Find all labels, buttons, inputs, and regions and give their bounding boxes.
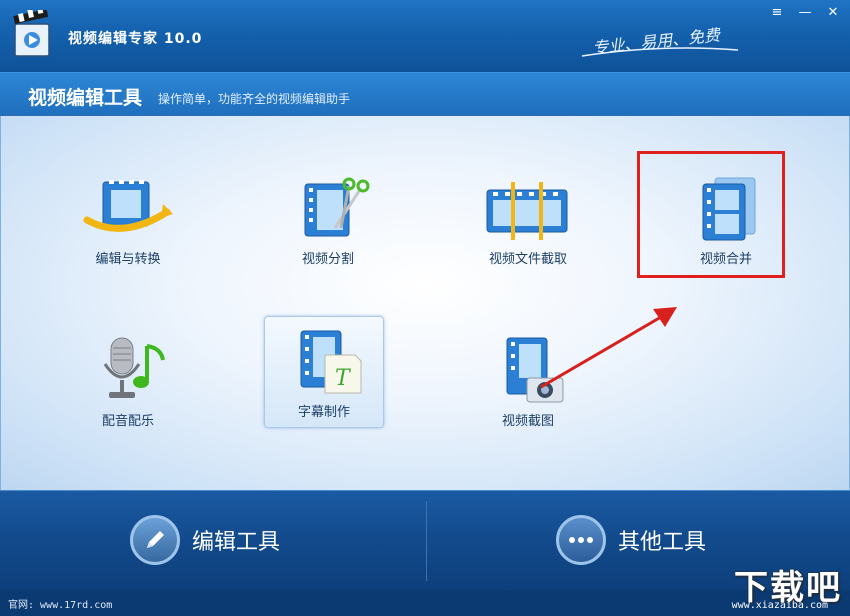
close-button[interactable]: ✕	[822, 2, 844, 22]
more-dots-icon	[556, 515, 606, 565]
tool-label: 配音配乐	[101, 414, 154, 429]
tool-label: 视频分割	[301, 252, 354, 267]
tool-label: 视频截图	[501, 414, 554, 429]
tab-label: 编辑工具	[192, 530, 281, 555]
menu-button[interactable]: ≡	[766, 2, 788, 22]
tab-label: 其他工具	[618, 530, 707, 555]
highlight-box	[637, 151, 785, 278]
tab-edit-tools[interactable]: 编辑工具	[130, 515, 280, 565]
film-clip-icon	[486, 182, 568, 240]
tool-subtitle[interactable]: T 字幕制作	[264, 316, 384, 428]
pencil-icon	[130, 515, 180, 565]
tool-label: 字幕制作	[297, 405, 350, 420]
annotation-arrow-icon	[540, 307, 677, 389]
status-bar: 官网: www.17rd.com	[0, 590, 850, 616]
section-header: 视频编辑工具 操作简单，功能齐全的视频编辑助手	[0, 72, 850, 116]
tab-other-tools[interactable]: 其他工具	[556, 515, 706, 565]
film-subtitle-icon: T	[300, 330, 362, 394]
tool-edit-convert[interactable]: 编辑与转换	[68, 168, 188, 280]
swoosh-decoration-icon	[581, 47, 739, 57]
clapperboard-logo-icon	[13, 10, 50, 57]
footer-tabs: 编辑工具 其他工具	[0, 490, 850, 590]
section-title: 视频编辑工具	[28, 87, 143, 109]
section-description: 操作简单，功能齐全的视频编辑助手	[158, 92, 351, 106]
minimize-button[interactable]: —	[794, 2, 816, 22]
tool-dubbing[interactable]: 配音配乐	[68, 326, 188, 438]
tool-label: 编辑与转换	[95, 252, 161, 267]
microphone-music-icon	[103, 337, 165, 398]
tool-split[interactable]: 视频分割	[268, 168, 388, 280]
watermark-url: www.xiazaiba.com	[731, 600, 828, 611]
app-title: 视频编辑专家 10.0	[68, 31, 203, 47]
svg-text:T: T	[335, 366, 352, 391]
window-controls: ≡ — ✕	[766, 2, 844, 22]
divider	[426, 501, 427, 581]
film-convert-icon	[83, 180, 173, 232]
tool-clip[interactable]: 视频文件截取	[468, 168, 588, 280]
film-scissors-icon	[304, 177, 370, 237]
tool-label: 视频文件截取	[488, 252, 567, 267]
title-bar: 视频编辑专家 10.0 专业、易用、免费 ≡ — ✕	[0, 0, 850, 72]
website-link[interactable]: 官网: www.17rd.com	[8, 596, 112, 611]
